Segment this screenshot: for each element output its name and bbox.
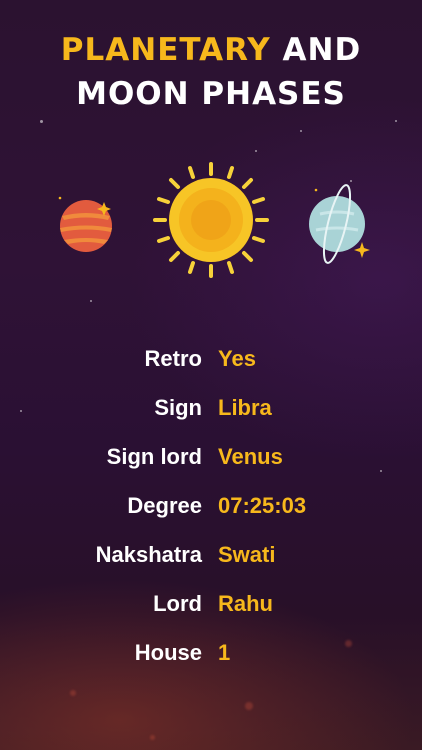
detail-label: Sign: [154, 395, 202, 420]
detail-label: Retro: [144, 346, 202, 371]
star: [300, 130, 302, 132]
page-title: PLANETARY AND MOON PHASES: [0, 28, 422, 116]
detail-value: 07:25:03: [218, 493, 307, 518]
detail-value: Libra: [218, 395, 272, 420]
ember: [245, 702, 253, 710]
star: [90, 300, 92, 302]
ember: [150, 735, 155, 740]
detail-label: Lord: [153, 591, 202, 616]
detail-value: Rahu: [218, 591, 273, 616]
title-line1-rest: AND: [282, 32, 362, 68]
detail-label: House: [134, 640, 202, 665]
detail-row-retro: Retro Yes: [0, 338, 422, 378]
detail-label: Sign lord: [106, 444, 202, 469]
detail-value: Yes: [218, 346, 256, 371]
ember: [70, 690, 76, 696]
detail-row-sign: Sign Libra: [0, 387, 422, 427]
detail-label: Degree: [127, 493, 202, 518]
detail-row-house: House 1: [0, 632, 422, 672]
detail-value: Venus: [218, 444, 283, 469]
planets-illustration: [58, 162, 370, 278]
uranus-planet-icon: [309, 184, 370, 264]
detail-row-lord: Lord Rahu: [0, 583, 422, 623]
detail-row-nakshatra: Nakshatra Swati: [0, 534, 422, 574]
star: [395, 120, 397, 122]
detail-value: Swati: [218, 542, 276, 567]
detail-row-degree: Degree 07:25:03: [0, 485, 422, 525]
detail-label: Nakshatra: [95, 542, 202, 567]
detail-row-sign-lord: Sign lord Venus: [0, 436, 422, 476]
star: [40, 120, 43, 123]
title-highlight: PLANETARY: [60, 32, 271, 68]
detail-value: 1: [218, 640, 231, 665]
title-line2: MOON PHASES: [76, 76, 346, 112]
mars-planet-icon: [58, 196, 112, 252]
sun-icon: [153, 162, 269, 278]
